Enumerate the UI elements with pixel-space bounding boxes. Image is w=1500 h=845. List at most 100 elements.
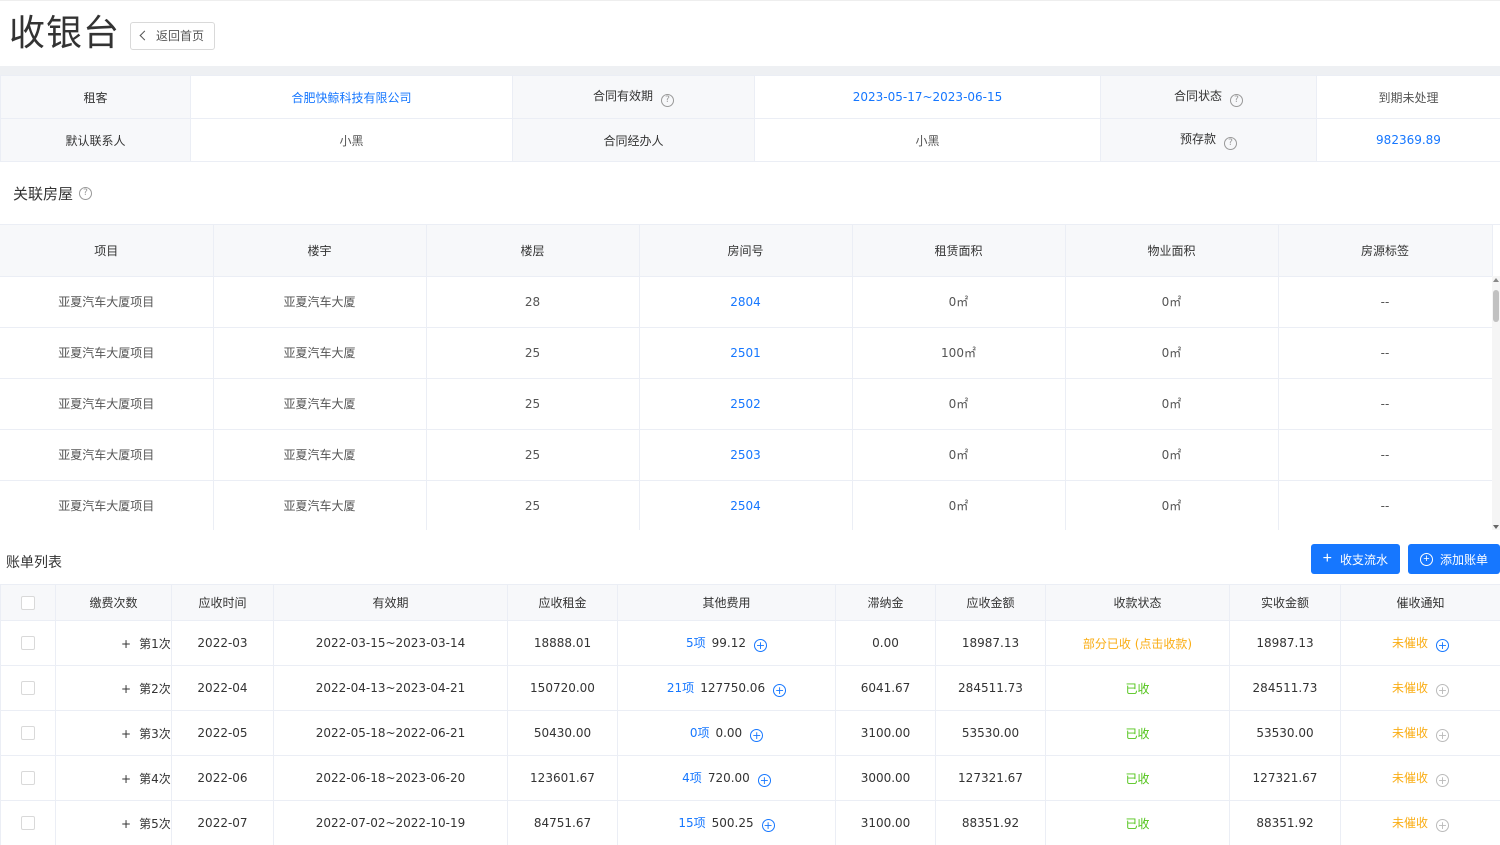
- info-label: 合同经办人: [512, 118, 755, 162]
- rooms-cell[interactable]: 2804: [639, 276, 853, 328]
- notice-status[interactable]: 未催收: [1392, 771, 1428, 785]
- notice-cell: 未催收 +: [1340, 665, 1500, 711]
- other-fees-count-link[interactable]: 0项: [690, 726, 710, 740]
- help-icon[interactable]: ?: [1224, 137, 1237, 150]
- rooms-cell[interactable]: 2502: [639, 378, 853, 430]
- scroll-down-icon[interactable]: [1493, 525, 1499, 529]
- info-value-text: 小黑: [339, 133, 364, 148]
- cell-text: 0㎡: [948, 499, 969, 513]
- row-checkbox[interactable]: [21, 636, 35, 651]
- cell-text: --: [1380, 294, 1390, 309]
- other-fees-count-link[interactable]: 21项: [667, 681, 694, 695]
- scroll-up-icon[interactable]: [1493, 278, 1499, 282]
- rooms-cell[interactable]: 2504: [639, 480, 853, 530]
- row-checkbox[interactable]: [21, 771, 35, 786]
- notice-status[interactable]: 未催收: [1392, 636, 1428, 650]
- cell-text: 0㎡: [1161, 346, 1182, 360]
- add-fee-icon[interactable]: +: [761, 819, 775, 832]
- info-value-text[interactable]: 合肥快鲸科技有限公司: [291, 91, 411, 105]
- other-fees-count-link[interactable]: 15项: [678, 816, 705, 830]
- send-notice-icon[interactable]: +: [1436, 684, 1449, 697]
- send-notice-icon[interactable]: +: [1436, 819, 1449, 832]
- rent-text: 50430.00: [533, 726, 592, 740]
- bills-column-header: 应收租金: [507, 584, 618, 621]
- late-text: 3000.00: [860, 771, 911, 785]
- expand-row-icon[interactable]: +: [121, 727, 131, 741]
- cash-flow-button[interactable]: + 收支流水: [1310, 544, 1400, 574]
- rooms-cell: 0㎡: [852, 480, 1066, 530]
- rooms-cell: 亚夏汽车大厦: [213, 276, 427, 328]
- cell-text: 亚夏汽车大厦项目: [58, 295, 155, 309]
- rooms-cell: 亚夏汽车大厦项目: [0, 480, 214, 530]
- add-fee-icon[interactable]: +: [754, 639, 767, 652]
- room-number-link[interactable]: 2501: [730, 346, 761, 360]
- info-label-text: 合同状态: [1173, 89, 1222, 103]
- add-bill-button[interactable]: + 添加账单: [1407, 544, 1500, 574]
- notice-status[interactable]: 未催收: [1392, 681, 1428, 695]
- info-value-text[interactable]: 982369.89: [1376, 133, 1441, 147]
- page-title: 收银台: [9, 12, 121, 54]
- row-checkbox[interactable]: [21, 816, 35, 831]
- rooms-cell: 亚夏汽车大厦: [213, 378, 427, 430]
- expand-row-icon[interactable]: +: [121, 637, 131, 651]
- status-cell[interactable]: 部分已收 (点击收款): [1045, 620, 1230, 666]
- rooms-cell: 0㎡: [1065, 480, 1279, 530]
- expand-row-icon[interactable]: +: [121, 682, 131, 696]
- row-checkbox[interactable]: [21, 681, 35, 696]
- rooms-scrollbar[interactable]: [1492, 276, 1500, 530]
- room-number-link[interactable]: 2503: [730, 448, 761, 462]
- add-fee-icon[interactable]: +: [773, 684, 787, 697]
- select-all-checkbox[interactable]: [21, 595, 35, 610]
- send-notice-icon[interactable]: +: [1436, 639, 1449, 652]
- notice-status[interactable]: 未催收: [1392, 816, 1428, 830]
- cell-text: 亚夏汽车大厦: [283, 346, 356, 360]
- rooms-cell[interactable]: 2501: [639, 327, 853, 379]
- rooms-cell[interactable]: 2503: [639, 429, 853, 481]
- times-cell: + 第2次: [55, 665, 172, 711]
- status-cell: 已收: [1045, 665, 1230, 711]
- add-fee-icon[interactable]: +: [750, 729, 764, 742]
- status-cell: 已收: [1045, 755, 1230, 801]
- back-home-button[interactable]: 返回首页: [130, 21, 216, 50]
- notice-status[interactable]: 未催收: [1392, 726, 1428, 740]
- other-fees-count-link[interactable]: 5项: [686, 636, 706, 650]
- scrollbar-thumb[interactable]: [1493, 290, 1499, 322]
- due-cell: 88351.92: [935, 800, 1046, 845]
- rooms-column-header: 房间号: [639, 225, 853, 277]
- room-number-link[interactable]: 2502: [730, 397, 761, 411]
- expand-row-icon[interactable]: +: [121, 817, 131, 831]
- rent-text: 123601.67: [530, 771, 595, 785]
- received-text: 53530.00: [1256, 726, 1314, 740]
- room-number-link[interactable]: 2804: [730, 295, 761, 309]
- add-fee-icon[interactable]: +: [757, 774, 771, 787]
- month-cell: 2022-04: [171, 665, 274, 711]
- contract-info-table: 租客 合肥快鲸科技有限公司 合同有效期? 2023-05-17~2023-06-15 合…: [0, 75, 1500, 162]
- rooms-cell: 0㎡: [852, 429, 1066, 481]
- info-value[interactable]: 982369.89: [1316, 118, 1500, 162]
- other-fees-count-link[interactable]: 4项: [682, 771, 702, 785]
- help-icon[interactable]: ?: [79, 186, 93, 200]
- status-badge: 已收: [1125, 681, 1150, 696]
- row-select-cell: [0, 620, 56, 666]
- help-icon[interactable]: ?: [661, 94, 674, 107]
- bill-list-header: 账单列表 + 收支流水 + 添加账单: [0, 530, 1500, 584]
- info-value-text[interactable]: 2023-05-17~2023-06-15: [853, 90, 1003, 104]
- cell-text: 0㎡: [948, 397, 969, 411]
- status-badge[interactable]: 部分已收 (点击收款): [1083, 637, 1192, 651]
- send-notice-icon[interactable]: +: [1436, 774, 1449, 787]
- table-row: 亚夏汽车大厦项目 亚夏汽车大厦 28 2804 0㎡ 0㎡ --: [0, 276, 1493, 328]
- info-value[interactable]: 合肥快鲸科技有限公司: [190, 75, 513, 119]
- other-fees-cell: 4项 720.00 +: [617, 755, 836, 801]
- expand-row-icon[interactable]: +: [121, 772, 131, 786]
- rooms-cell: 亚夏汽车大厦: [213, 429, 427, 481]
- info-value[interactable]: 2023-05-17~2023-06-15: [754, 75, 1101, 119]
- notice-cell: 未催收 +: [1340, 800, 1500, 845]
- send-notice-icon[interactable]: +: [1436, 729, 1449, 742]
- row-checkbox[interactable]: [21, 726, 35, 741]
- help-icon[interactable]: ?: [1230, 94, 1243, 107]
- room-number-link[interactable]: 2504: [730, 499, 761, 513]
- bills-column-header: 收款状态: [1045, 584, 1230, 621]
- status-badge: 已收: [1125, 726, 1150, 741]
- bills-column-header: 滞纳金: [835, 584, 936, 621]
- back-home-label: 返回首页: [156, 29, 205, 43]
